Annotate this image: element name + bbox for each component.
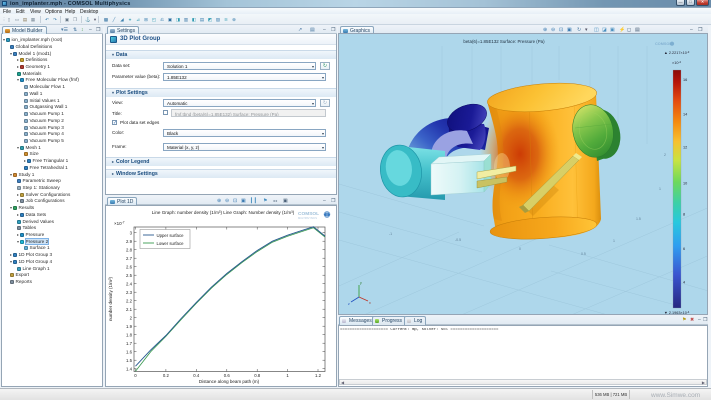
svg-text:COMSOL: COMSOL <box>655 42 672 46</box>
svg-text:2.5: 2.5 <box>126 273 133 278</box>
svg-text:0.8: 0.8 <box>254 373 261 378</box>
svg-text:1.7: 1.7 <box>126 341 133 346</box>
svg-text:2.9: 2.9 <box>126 239 133 244</box>
svg-text:2.3: 2.3 <box>126 290 133 295</box>
svg-text:y: y <box>360 281 362 285</box>
svg-text:2.7: 2.7 <box>126 256 133 261</box>
svg-text:2: 2 <box>664 153 666 157</box>
svg-text:Distance along beam path (m): Distance along beam path (m) <box>199 379 260 384</box>
svg-text:2.8: 2.8 <box>126 247 133 252</box>
svg-text:▲ 2.2217×10-3: ▲ 2.2217×10-3 <box>664 50 690 55</box>
svg-text:0.6: 0.6 <box>224 373 231 378</box>
svg-text:MULTIPHYSICS: MULTIPHYSICS <box>298 216 317 220</box>
svg-text:6: 6 <box>683 247 685 251</box>
svg-text:2.6: 2.6 <box>126 264 133 269</box>
svg-text:2.4: 2.4 <box>126 281 133 286</box>
svg-text:4: 4 <box>683 281 685 285</box>
svg-text:z: z <box>348 302 350 306</box>
svg-text:1.6: 1.6 <box>126 349 133 354</box>
svg-text:Upper surface: Upper surface <box>157 233 185 238</box>
svg-text:1.4: 1.4 <box>126 366 133 371</box>
svg-text:Lower surface: Lower surface <box>157 241 185 246</box>
svg-text:1: 1 <box>659 187 661 191</box>
svg-text:beta(6)=1.85E132 Surface: Pre: beta(6)=1.85E132 Surface: Pressure (Pa) <box>463 39 545 44</box>
svg-text:0: 0 <box>519 247 521 251</box>
svg-text:Line Graph: number density (1/: Line Graph: number density (1/m³) Line G… <box>152 210 295 215</box>
svg-text:1: 1 <box>613 239 615 243</box>
svg-text:-0.5: -0.5 <box>455 238 461 242</box>
svg-text:3: 3 <box>130 230 133 235</box>
svg-text:0.5: 0.5 <box>581 252 586 256</box>
svg-text:number density (1/m³): number density (1/m³) <box>108 276 113 321</box>
svg-text:0.2: 0.2 <box>163 373 170 378</box>
svg-text:×10-7: ×10-7 <box>114 221 125 227</box>
svg-text:16: 16 <box>683 78 687 82</box>
svg-text:2: 2 <box>130 315 133 320</box>
svg-text:0: 0 <box>134 373 137 378</box>
svg-text:0.4: 0.4 <box>193 373 200 378</box>
svg-text:1.9: 1.9 <box>126 324 133 329</box>
svg-text:8: 8 <box>683 213 685 217</box>
svg-text:1.2: 1.2 <box>315 373 322 378</box>
svg-text:14: 14 <box>683 113 687 117</box>
svg-text:2.2: 2.2 <box>126 298 133 303</box>
svg-text:1.8: 1.8 <box>126 332 133 337</box>
svg-text:1: 1 <box>286 373 289 378</box>
svg-text:x: x <box>369 301 371 305</box>
svg-text:12: 12 <box>683 146 687 150</box>
svg-text:2.1: 2.1 <box>126 307 133 312</box>
svg-text:1.5: 1.5 <box>126 358 133 363</box>
svg-text:10: 10 <box>683 182 687 186</box>
svg-text:-1: -1 <box>389 232 392 236</box>
svg-text:1.5: 1.5 <box>636 217 641 221</box>
